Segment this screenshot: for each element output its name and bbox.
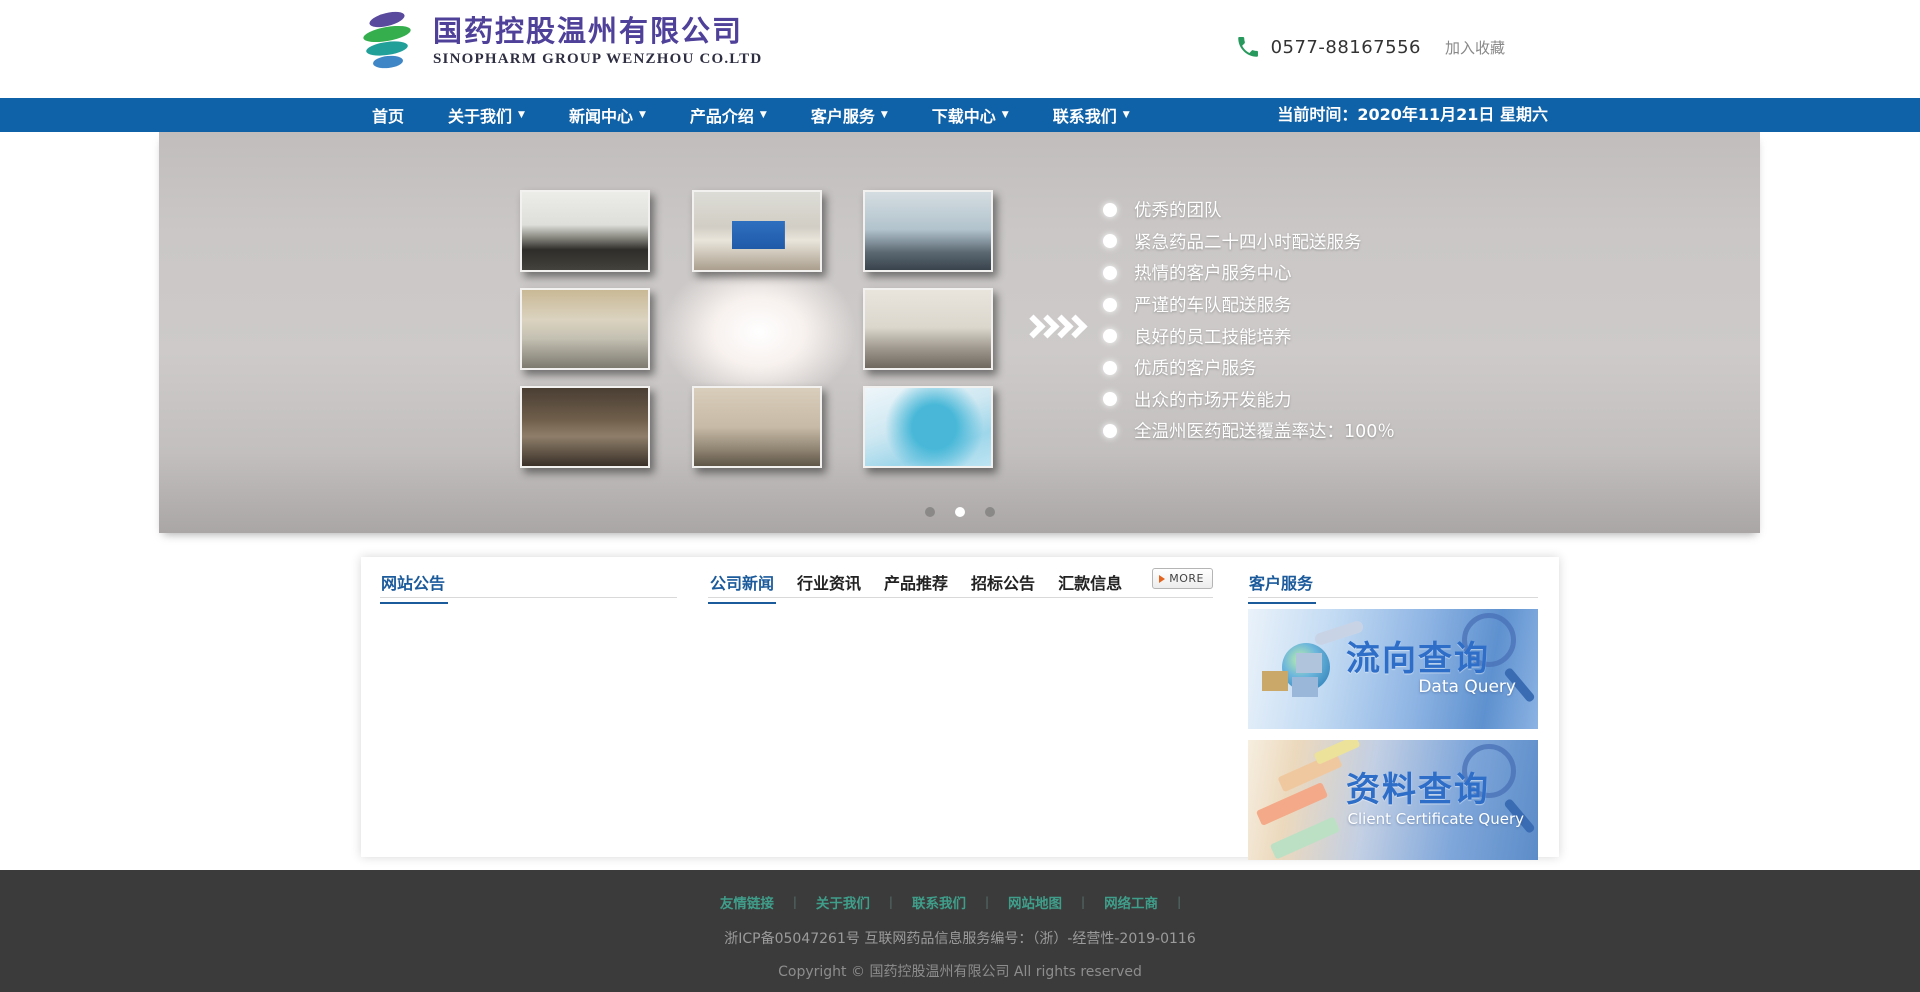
announcement-section: 网站公告 [380, 570, 677, 598]
feature-item: 出众的市场开发能力 [1103, 384, 1395, 416]
nav-item-contact[interactable]: 联系我们▼ [1053, 103, 1130, 127]
customer-service-section: 客户服务 流向查询 Data Query 资料查询 Client Certifi… [1248, 570, 1538, 860]
company-name: 国药控股温州有限公司 [433, 12, 762, 50]
certificate-query-banner[interactable]: 资料查询 Client Certificate Query [1248, 740, 1538, 860]
folder-tab-icon [1270, 816, 1340, 859]
slide-photo-region-map [863, 386, 993, 468]
play-triangle-icon [1159, 575, 1165, 583]
separator: | [793, 895, 797, 909]
feature-item: 优秀的团队 [1103, 194, 1395, 226]
nav-item-download[interactable]: 下载中心▼ [932, 103, 1009, 127]
announcement-title: 网站公告 [380, 570, 448, 604]
hero-slider: 优秀的团队 紧急药品二十四小时配送服务 热情的客户服务中心 严谨的车队配送服务 … [159, 132, 1760, 533]
phone-icon [1235, 34, 1261, 60]
nav-item-service[interactable]: 客户服务▼ [811, 103, 888, 127]
chevron-down-icon: ▼ [1123, 110, 1130, 120]
company-logo[interactable]: 国药控股温州有限公司 SINOPHARM GROUP WENZHOU CO.LT… [361, 12, 762, 70]
chevron-down-icon: ▼ [760, 110, 767, 120]
bullet-icon [1103, 424, 1117, 438]
tab-bid-notice[interactable]: 招标公告 [969, 570, 1037, 602]
phone-number: 0577-88167556 [1271, 37, 1421, 58]
tab-industry-info[interactable]: 行业资讯 [795, 570, 863, 602]
more-button[interactable]: MORE [1152, 568, 1213, 589]
chevron-down-icon: ▼ [518, 110, 525, 120]
company-name-en: SINOPHARM GROUP WENZHOU CO.LTD [433, 51, 762, 68]
nav-item-news[interactable]: 新闻中心▼ [569, 103, 646, 127]
tab-product-recommend[interactable]: 产品推荐 [882, 570, 950, 602]
triple-chevron-right-icon [1025, 318, 1081, 335]
feature-item: 严谨的车队配送服务 [1103, 289, 1395, 321]
cargo-boxes-icon [1262, 671, 1288, 691]
separator: | [985, 895, 989, 909]
feature-item: 优质的客户服务 [1103, 352, 1395, 384]
footer-link-contact[interactable]: 联系我们 [912, 892, 966, 912]
bullet-icon [1103, 234, 1117, 248]
add-favorite-link[interactable]: 加入收藏 [1445, 37, 1505, 58]
tab-company-news[interactable]: 公司新闻 [708, 570, 776, 604]
bullet-icon [1103, 361, 1117, 375]
globe-icon [1282, 643, 1330, 691]
certificate-query-title: 资料查询 [1346, 762, 1490, 811]
feature-item: 全温州医药配送覆盖率达：100％ [1103, 415, 1395, 447]
customer-service-title: 客户服务 [1248, 570, 1316, 604]
chevron-down-icon: ▼ [639, 110, 646, 120]
feature-item: 热情的客户服务中心 [1103, 257, 1395, 289]
footer-link-sitemap[interactable]: 网站地图 [1008, 892, 1062, 912]
footer-links: 友情链接 | 关于我们 | 联系我们 | 网站地图 | 网络工商 | [0, 870, 1920, 912]
slide-photo-delivery-vans [520, 288, 650, 370]
slide-photo-lounge-meeting [692, 386, 822, 468]
carousel-dot-2-active[interactable] [955, 507, 965, 517]
chevron-down-icon: ▼ [881, 110, 888, 120]
footer-link-icp-business[interactable]: 网络工商 [1104, 892, 1158, 912]
separator: | [889, 895, 893, 909]
current-time: 当前时间：2020年11月21日 星期六 [1277, 98, 1548, 132]
data-query-title: 流向查询 [1346, 631, 1490, 680]
bullet-icon [1103, 266, 1117, 280]
separator: | [1081, 895, 1085, 909]
carousel-dot-1[interactable] [925, 507, 935, 517]
nav-item-products[interactable]: 产品介绍▼ [690, 103, 767, 127]
bullet-icon [1103, 298, 1117, 312]
copyright-text: Copyright © 国药控股温州有限公司 All rights reserv… [0, 961, 1920, 981]
logo-swirl-icon [361, 12, 419, 70]
tab-remittance-info[interactable]: 汇款信息 [1056, 570, 1124, 602]
certificate-query-subtitle: Client Certificate Query [1348, 810, 1524, 828]
icp-license-text: 浙ICP备05047261号 互联网药品信息服务编号：（浙）-经营性-2019-… [0, 928, 1920, 948]
slide-photo-conference [863, 288, 993, 370]
header-contact: 0577-88167556 加入收藏 [1235, 34, 1505, 60]
bullet-icon [1103, 329, 1117, 343]
main-navbar: 首页 关于我们▼ 新闻中心▼ 产品介绍▼ 客户服务▼ 下载中心▼ 联系我们▼ 当… [0, 98, 1920, 132]
feature-list: 优秀的团队 紧急药品二十四小时配送服务 热情的客户服务中心 严谨的车队配送服务 … [1103, 194, 1395, 447]
main-content: 网站公告 公司新闻 行业资讯 产品推荐 招标公告 汇款信息 MORE [361, 557, 1559, 857]
slide-photo-warehouse [520, 386, 650, 468]
logo-text: 国药控股温州有限公司 SINOPHARM GROUP WENZHOU CO.LT… [433, 12, 762, 70]
nav-item-about[interactable]: 关于我们▼ [448, 103, 525, 127]
feature-item: 良好的员工技能培养 [1103, 320, 1395, 352]
slide-photo-coldchain-box [692, 190, 822, 272]
page: 国药控股温州有限公司 SINOPHARM GROUP WENZHOU CO.LT… [0, 0, 1920, 992]
carousel-dot-3[interactable] [985, 507, 995, 517]
footer-link-about[interactable]: 关于我们 [816, 892, 870, 912]
data-query-banner[interactable]: 流向查询 Data Query [1248, 609, 1538, 729]
footer-link-friend-links[interactable]: 友情链接 [720, 892, 774, 912]
nav-item-home[interactable]: 首页 [372, 103, 404, 127]
bullet-icon [1103, 392, 1117, 406]
header: 国药控股温州有限公司 SINOPHARM GROUP WENZHOU CO.LT… [0, 0, 1920, 98]
bullet-icon [1103, 203, 1117, 217]
separator: | [1177, 895, 1181, 909]
news-section: 公司新闻 行业资讯 产品推荐 招标公告 汇款信息 MORE [708, 570, 1213, 598]
feature-item: 紧急药品二十四小时配送服务 [1103, 226, 1395, 258]
data-query-subtitle: Data Query [1418, 677, 1516, 697]
slide-photo-meeting [520, 190, 650, 272]
footer: 友情链接 | 关于我们 | 联系我们 | 网站地图 | 网络工商 | 浙ICP备… [0, 870, 1920, 992]
news-tabs: 公司新闻 行业资讯 产品推荐 招标公告 汇款信息 [708, 570, 1213, 603]
chevron-down-icon: ▼ [1002, 110, 1009, 120]
slide-photo-office [863, 190, 993, 272]
carousel-dots [159, 507, 1760, 517]
